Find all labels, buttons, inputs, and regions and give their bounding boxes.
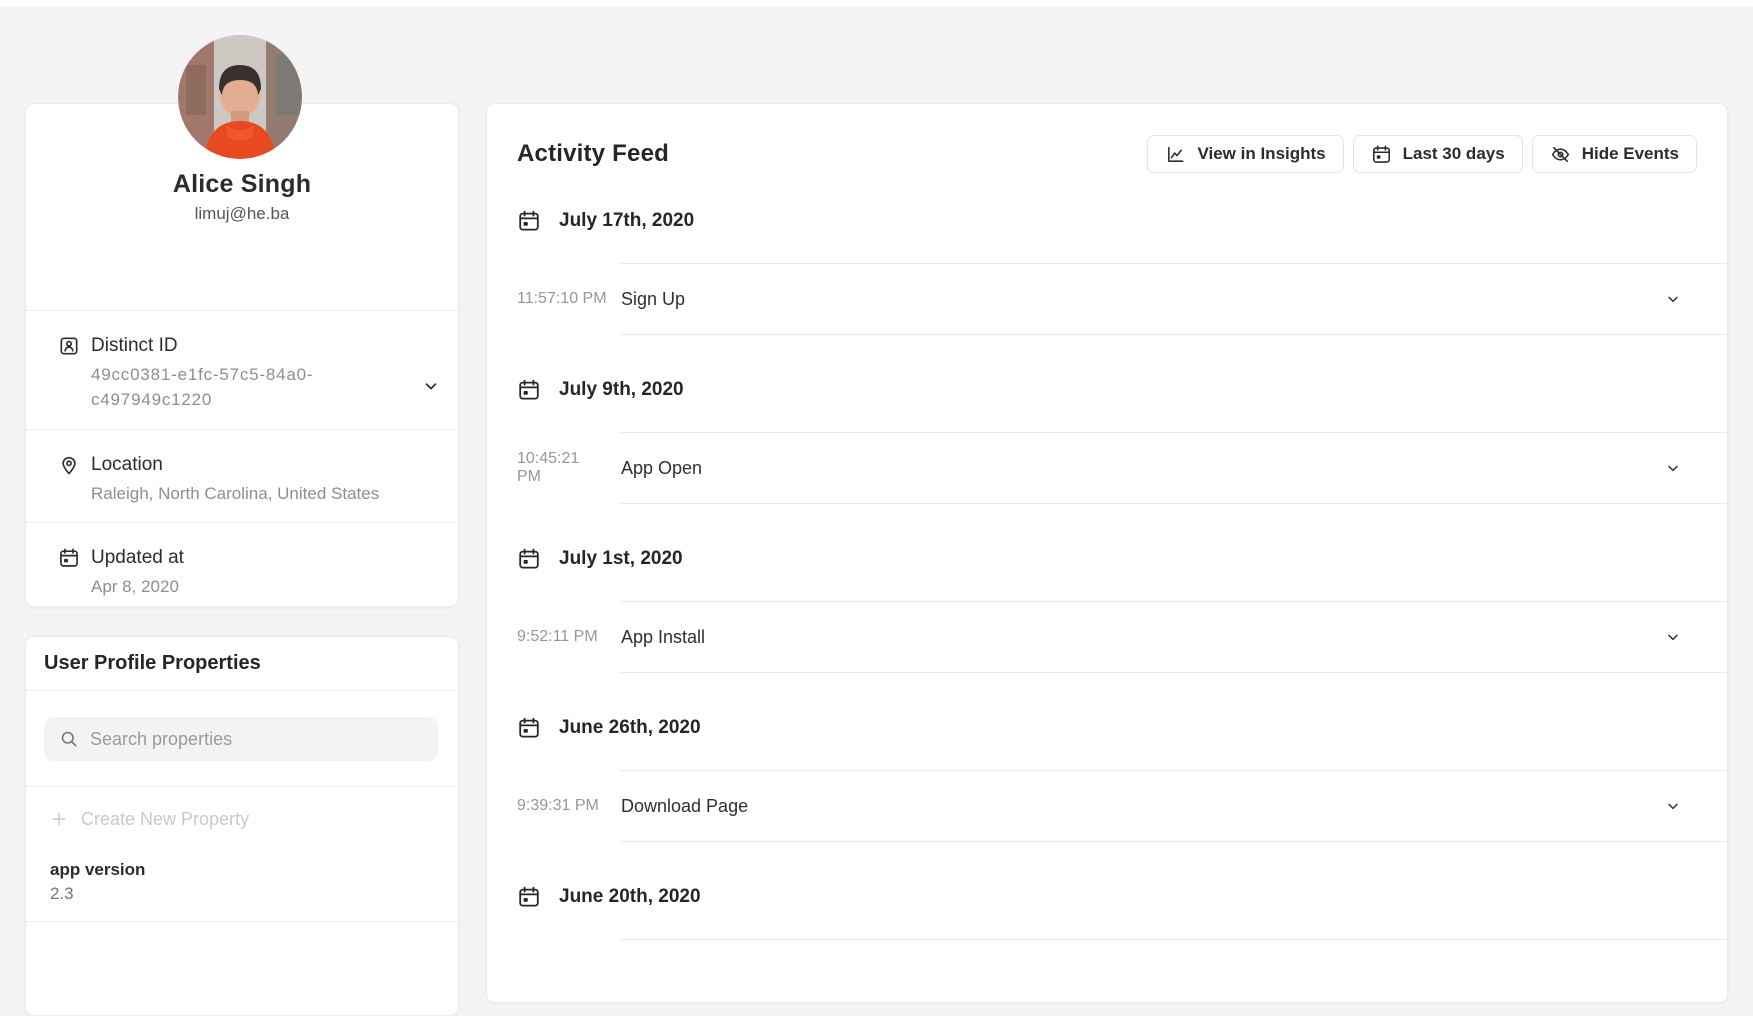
- updated-at-label: Updated at: [91, 546, 418, 569]
- calendar-icon: [517, 209, 541, 233]
- id-card-icon: [58, 335, 80, 357]
- chevron-down-icon[interactable]: [1665, 460, 1681, 476]
- event-row[interactable]: 9:39:31 PM Download Page: [487, 771, 1727, 841]
- event-name: App Open: [621, 458, 1665, 479]
- event-time: 11:57:10 PM: [517, 290, 607, 308]
- divider: [26, 921, 458, 922]
- calendar-icon: [517, 547, 541, 571]
- insights-chart-icon: [1165, 144, 1186, 165]
- user-email: limuj@he.ba: [26, 204, 458, 224]
- calendar-icon: [58, 547, 80, 569]
- chevron-down-icon[interactable]: [1665, 291, 1681, 307]
- chevron-down-icon[interactable]: [1665, 629, 1681, 645]
- divider: [621, 672, 1727, 673]
- view-in-insights-button[interactable]: View in Insights: [1147, 135, 1343, 173]
- date-label: July 9th, 2020: [559, 379, 684, 401]
- date-group-header: June 20th, 2020: [517, 884, 1727, 910]
- event-row[interactable]: 10:45:21 PM App Open: [487, 433, 1727, 503]
- profile-header: Alice Singh limuj@he.ba: [26, 170, 458, 311]
- hide-events-label: Hide Events: [1582, 144, 1679, 164]
- date-group-header: July 17th, 2020: [517, 208, 1727, 234]
- user-name: Alice Singh: [26, 170, 458, 198]
- search-icon: [59, 729, 79, 749]
- date-group-header: July 1st, 2020: [517, 546, 1727, 572]
- create-new-property-button[interactable]: Create New Property: [26, 807, 458, 831]
- calendar-icon: [1371, 144, 1392, 165]
- location-section: Location Raleigh, North Carolina, United…: [26, 430, 458, 523]
- date-range-button[interactable]: Last 30 days: [1353, 135, 1523, 173]
- distinct-id-value: 49cc0381-e1fc-57c5-84a0-c497949c1220: [91, 362, 315, 412]
- location-pin-icon: [58, 454, 80, 476]
- event-time: 9:52:11 PM: [517, 628, 607, 646]
- plus-icon: [50, 810, 68, 828]
- date-group-header: June 26th, 2020: [517, 715, 1727, 741]
- event-time: 9:39:31 PM: [517, 797, 607, 815]
- calendar-icon: [517, 378, 541, 402]
- search-box: [44, 717, 438, 761]
- event-name: Download Page: [621, 796, 1665, 817]
- updated-at-value: Apr 8, 2020: [91, 574, 418, 599]
- event-name: Sign Up: [621, 289, 1665, 310]
- divider: [621, 939, 1727, 940]
- date-label: June 20th, 2020: [559, 886, 701, 908]
- date-label: June 26th, 2020: [559, 717, 701, 739]
- activity-feed-title: Activity Feed: [517, 140, 669, 168]
- date-label: July 17th, 2020: [559, 210, 694, 232]
- updated-at-section: Updated at Apr 8, 2020: [26, 523, 458, 614]
- property-item[interactable]: app version 2.3: [26, 859, 458, 905]
- properties-title: User Profile Properties: [26, 637, 458, 691]
- divider: [621, 841, 1727, 842]
- activity-feed-header: Activity Feed View in Insights Last 30 d…: [517, 134, 1697, 174]
- view-in-insights-label: View in Insights: [1197, 144, 1325, 164]
- event-row[interactable]: 11:57:10 PM Sign Up: [487, 264, 1727, 334]
- property-name: app version: [50, 859, 458, 881]
- event-time: 10:45:21 PM: [517, 450, 607, 486]
- calendar-icon: [517, 716, 541, 740]
- activity-feed-card: Activity Feed View in Insights Last 30 d…: [486, 103, 1728, 1003]
- avatar: [178, 35, 302, 159]
- distinct-id-label: Distinct ID: [91, 334, 418, 357]
- event-row[interactable]: 9:52:11 PM App Install: [487, 602, 1727, 672]
- chevron-down-icon[interactable]: [1665, 798, 1681, 814]
- property-value: 2.3: [50, 883, 458, 905]
- create-new-property-label: Create New Property: [81, 809, 249, 830]
- eye-off-icon: [1550, 144, 1571, 165]
- calendar-icon: [517, 885, 541, 909]
- feed-actions: View in Insights Last 30 days Hide Event…: [1147, 135, 1697, 173]
- user-profile-card: Alice Singh limuj@he.ba Distinct ID 49cc…: [25, 103, 459, 607]
- user-profile-properties-card: User Profile Properties Create New Prope…: [25, 636, 459, 1016]
- chevron-down-icon[interactable]: [422, 377, 440, 395]
- search-properties-input[interactable]: [44, 717, 438, 761]
- date-range-label: Last 30 days: [1403, 144, 1505, 164]
- hide-events-button[interactable]: Hide Events: [1532, 135, 1697, 173]
- date-label: July 1st, 2020: [559, 548, 683, 570]
- location-label: Location: [91, 453, 418, 476]
- divider: [621, 334, 1727, 335]
- search-area: [26, 691, 458, 787]
- distinct-id-section: Distinct ID 49cc0381-e1fc-57c5-84a0-c497…: [26, 311, 458, 430]
- location-value: Raleigh, North Carolina, United States: [91, 481, 418, 506]
- date-group-header: July 9th, 2020: [517, 377, 1727, 403]
- event-name: App Install: [621, 627, 1665, 648]
- divider: [621, 503, 1727, 504]
- top-strip: [0, 0, 1753, 7]
